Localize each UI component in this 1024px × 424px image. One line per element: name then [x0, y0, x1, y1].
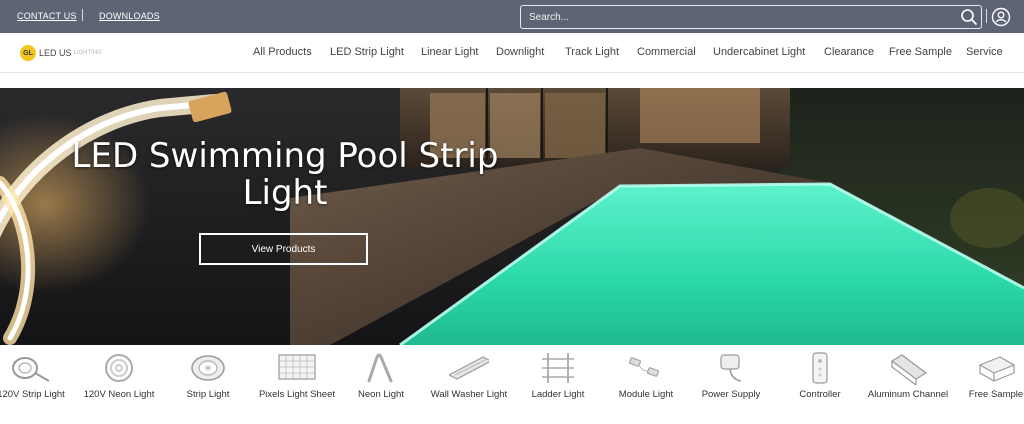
category-ladder-light[interactable]: Ladder Light — [513, 349, 603, 423]
aluminum-channel-icon — [890, 354, 928, 385]
category-label: Strip Light — [186, 389, 230, 400]
category-power-supply[interactable]: Power Supply — [686, 349, 776, 423]
category-label: 120V Neon Light — [83, 389, 155, 400]
nav-linear-light[interactable]: Linear Light — [421, 46, 479, 58]
nav-all-products[interactable]: All Products — [253, 46, 312, 58]
category-label: Pixels Light Sheet — [258, 389, 336, 400]
main-navigation: GL LED US LIGHTING All Products LED Stri… — [0, 33, 1024, 73]
category-wall-washer-light[interactable]: Wall Washer Light — [424, 349, 514, 423]
remote-controller-icon — [812, 352, 828, 384]
category-controller[interactable]: Controller — [775, 349, 865, 423]
category-neon-light[interactable]: Neon Light — [336, 349, 426, 423]
hero-image — [0, 88, 1024, 345]
ladder-icon — [542, 353, 574, 383]
brand-sub: LIGHTING — [73, 50, 102, 56]
view-products-button[interactable]: View Products — [199, 233, 368, 265]
contact-us-link[interactable]: CONTACT US — [17, 11, 77, 21]
category-strip-light[interactable]: Strip Light — [163, 349, 253, 423]
light-sheet-icon — [278, 354, 316, 380]
nav-clearance[interactable]: Clearance — [824, 46, 874, 58]
category-label: Free Sample — [968, 389, 1024, 400]
strip-reel-icon — [12, 357, 50, 382]
search-icon[interactable] — [960, 8, 978, 26]
wall-washer-icon — [449, 356, 489, 380]
category-label: 120V Strip Light — [0, 389, 65, 400]
category-label: Power Supply — [701, 389, 761, 400]
category-aluminum-channel[interactable]: Aluminum Channel — [863, 349, 953, 423]
nav-led-strip-light[interactable]: LED Strip Light — [330, 46, 404, 58]
category-label: Wall Washer Light — [430, 389, 508, 400]
category-strip: 120V Strip Light 120V Neon Light Strip L… — [0, 345, 1024, 424]
category-label: Module Light — [618, 389, 674, 400]
category-label: Ladder Light — [531, 389, 585, 400]
nav-downlight[interactable]: Downlight — [496, 46, 544, 58]
category-free-sample[interactable]: Free Sample — [951, 349, 1024, 423]
category-module-light[interactable]: Module Light — [601, 349, 691, 423]
nav-service[interactable]: Service — [966, 46, 1003, 58]
downloads-link[interactable]: DOWNLOADS — [99, 11, 160, 21]
account-icon[interactable] — [991, 7, 1011, 27]
nav-commercial[interactable]: Commercial — [637, 46, 696, 58]
category-label: Neon Light — [358, 389, 404, 400]
brand-logo[interactable]: GL LED US LIGHTING — [20, 45, 102, 61]
hero-title: LED Swimming Pool Strip Light — [71, 136, 499, 213]
category-label: Controller — [799, 389, 841, 400]
category-120v-neon-light[interactable]: 120V Neon Light — [74, 349, 164, 423]
sample-box-icon — [978, 356, 1016, 383]
divider — [986, 9, 987, 23]
power-supply-icon — [720, 354, 742, 382]
logo-badge: GL — [20, 45, 36, 61]
neon-bend-icon — [367, 353, 393, 383]
nav-track-light[interactable]: Track Light — [565, 46, 619, 58]
nav-free-sample[interactable]: Free Sample — [889, 46, 952, 58]
strip-spool-icon — [191, 355, 225, 381]
brand-name: LED US — [39, 48, 72, 58]
nav-undercabinet-light[interactable]: Undercabinet Light — [713, 46, 805, 58]
search-box — [520, 5, 982, 29]
category-120v-strip-light[interactable]: 120V Strip Light — [0, 349, 76, 423]
search-input[interactable] — [529, 9, 949, 25]
hero-banner: LED Swimming Pool Strip Light View Produ… — [0, 88, 1024, 345]
category-label: Aluminum Channel — [867, 389, 949, 400]
neon-coil-icon — [105, 354, 133, 382]
top-utility-bar: CONTACT US DOWNLOADS — [0, 0, 1024, 33]
module-icon — [629, 357, 659, 377]
category-pixels-light-sheet[interactable]: Pixels Light Sheet — [252, 349, 342, 423]
divider — [82, 9, 83, 21]
